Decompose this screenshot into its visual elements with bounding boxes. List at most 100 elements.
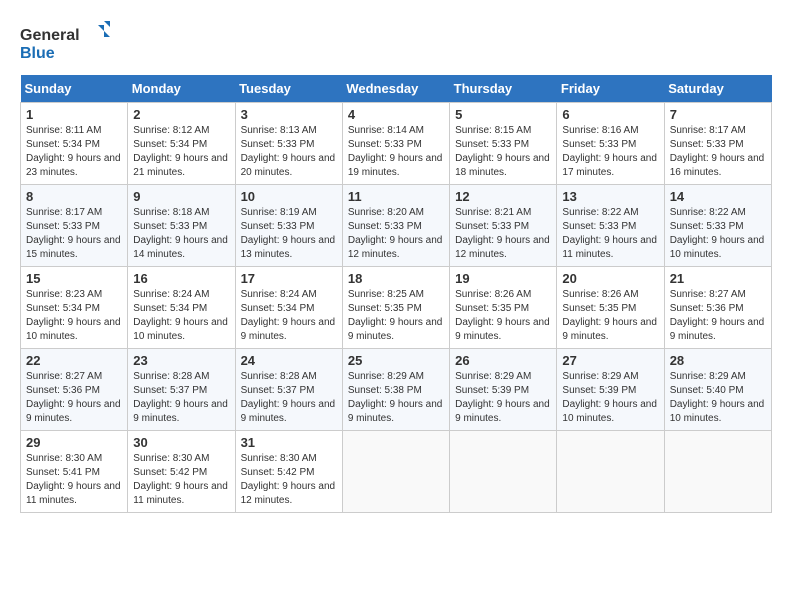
day-number: 17 <box>241 271 337 286</box>
weekday-header-sunday: Sunday <box>21 75 128 103</box>
calendar-cell: 22 Sunrise: 8:27 AMSunset: 5:36 PMDaylig… <box>21 349 128 431</box>
calendar-cell: 14 Sunrise: 8:22 AMSunset: 5:33 PMDaylig… <box>664 185 771 267</box>
day-number: 24 <box>241 353 337 368</box>
day-info: Sunrise: 8:17 AMSunset: 5:33 PMDaylight:… <box>26 207 121 260</box>
calendar-cell: 7 Sunrise: 8:17 AMSunset: 5:33 PMDayligh… <box>664 103 771 185</box>
day-number: 9 <box>133 189 229 204</box>
weekday-header-friday: Friday <box>557 75 664 103</box>
day-info: Sunrise: 8:21 AMSunset: 5:33 PMDaylight:… <box>455 207 550 260</box>
day-info: Sunrise: 8:30 AMSunset: 5:42 PMDaylight:… <box>241 453 336 506</box>
day-info: Sunrise: 8:27 AMSunset: 5:36 PMDaylight:… <box>26 371 121 424</box>
day-info: Sunrise: 8:28 AMSunset: 5:37 PMDaylight:… <box>133 371 228 424</box>
page-header: General Blue <box>20 20 772 65</box>
calendar-cell: 12 Sunrise: 8:21 AMSunset: 5:33 PMDaylig… <box>450 185 557 267</box>
calendar-cell: 18 Sunrise: 8:25 AMSunset: 5:35 PMDaylig… <box>342 267 449 349</box>
logo: General Blue <box>20 20 110 65</box>
day-number: 3 <box>241 107 337 122</box>
day-number: 22 <box>26 353 122 368</box>
day-info: Sunrise: 8:23 AMSunset: 5:34 PMDaylight:… <box>26 289 121 342</box>
day-info: Sunrise: 8:17 AMSunset: 5:33 PMDaylight:… <box>670 125 765 178</box>
calendar-cell: 10 Sunrise: 8:19 AMSunset: 5:33 PMDaylig… <box>235 185 342 267</box>
calendar-cell: 4 Sunrise: 8:14 AMSunset: 5:33 PMDayligh… <box>342 103 449 185</box>
day-number: 28 <box>670 353 766 368</box>
day-number: 14 <box>670 189 766 204</box>
calendar-cell: 1 Sunrise: 8:11 AMSunset: 5:34 PMDayligh… <box>21 103 128 185</box>
calendar-cell: 15 Sunrise: 8:23 AMSunset: 5:34 PMDaylig… <box>21 267 128 349</box>
calendar-cell: 24 Sunrise: 8:28 AMSunset: 5:37 PMDaylig… <box>235 349 342 431</box>
svg-text:Blue: Blue <box>20 45 55 62</box>
calendar-table: SundayMondayTuesdayWednesdayThursdayFrid… <box>20 75 772 513</box>
day-info: Sunrise: 8:22 AMSunset: 5:33 PMDaylight:… <box>562 207 657 260</box>
day-number: 8 <box>26 189 122 204</box>
calendar-cell: 30 Sunrise: 8:30 AMSunset: 5:42 PMDaylig… <box>128 431 235 513</box>
weekday-header-saturday: Saturday <box>664 75 771 103</box>
calendar-cell: 20 Sunrise: 8:26 AMSunset: 5:35 PMDaylig… <box>557 267 664 349</box>
day-number: 26 <box>455 353 551 368</box>
day-number: 21 <box>670 271 766 286</box>
calendar-cell: 28 Sunrise: 8:29 AMSunset: 5:40 PMDaylig… <box>664 349 771 431</box>
day-info: Sunrise: 8:13 AMSunset: 5:33 PMDaylight:… <box>241 125 336 178</box>
day-info: Sunrise: 8:16 AMSunset: 5:33 PMDaylight:… <box>562 125 657 178</box>
day-info: Sunrise: 8:25 AMSunset: 5:35 PMDaylight:… <box>348 289 443 342</box>
day-info: Sunrise: 8:30 AMSunset: 5:42 PMDaylight:… <box>133 453 228 506</box>
day-info: Sunrise: 8:29 AMSunset: 5:39 PMDaylight:… <box>455 371 550 424</box>
calendar-cell <box>342 431 449 513</box>
day-info: Sunrise: 8:26 AMSunset: 5:35 PMDaylight:… <box>455 289 550 342</box>
day-number: 19 <box>455 271 551 286</box>
day-info: Sunrise: 8:26 AMSunset: 5:35 PMDaylight:… <box>562 289 657 342</box>
day-number: 30 <box>133 435 229 450</box>
day-number: 2 <box>133 107 229 122</box>
day-info: Sunrise: 8:27 AMSunset: 5:36 PMDaylight:… <box>670 289 765 342</box>
day-info: Sunrise: 8:19 AMSunset: 5:33 PMDaylight:… <box>241 207 336 260</box>
day-info: Sunrise: 8:15 AMSunset: 5:33 PMDaylight:… <box>455 125 550 178</box>
calendar-cell <box>450 431 557 513</box>
calendar-week-3: 15 Sunrise: 8:23 AMSunset: 5:34 PMDaylig… <box>21 267 772 349</box>
day-number: 7 <box>670 107 766 122</box>
calendar-week-1: 1 Sunrise: 8:11 AMSunset: 5:34 PMDayligh… <box>21 103 772 185</box>
day-info: Sunrise: 8:29 AMSunset: 5:38 PMDaylight:… <box>348 371 443 424</box>
day-info: Sunrise: 8:30 AMSunset: 5:41 PMDaylight:… <box>26 453 121 506</box>
day-number: 6 <box>562 107 658 122</box>
day-number: 10 <box>241 189 337 204</box>
calendar-cell: 11 Sunrise: 8:20 AMSunset: 5:33 PMDaylig… <box>342 185 449 267</box>
day-info: Sunrise: 8:18 AMSunset: 5:33 PMDaylight:… <box>133 207 228 260</box>
calendar-cell <box>557 431 664 513</box>
calendar-cell <box>664 431 771 513</box>
calendar-cell: 13 Sunrise: 8:22 AMSunset: 5:33 PMDaylig… <box>557 185 664 267</box>
day-number: 12 <box>455 189 551 204</box>
weekday-header-monday: Monday <box>128 75 235 103</box>
calendar-cell: 16 Sunrise: 8:24 AMSunset: 5:34 PMDaylig… <box>128 267 235 349</box>
day-number: 27 <box>562 353 658 368</box>
calendar-cell: 26 Sunrise: 8:29 AMSunset: 5:39 PMDaylig… <box>450 349 557 431</box>
day-number: 1 <box>26 107 122 122</box>
calendar-cell: 3 Sunrise: 8:13 AMSunset: 5:33 PMDayligh… <box>235 103 342 185</box>
day-number: 23 <box>133 353 229 368</box>
calendar-cell: 27 Sunrise: 8:29 AMSunset: 5:39 PMDaylig… <box>557 349 664 431</box>
weekday-header-wednesday: Wednesday <box>342 75 449 103</box>
calendar-week-5: 29 Sunrise: 8:30 AMSunset: 5:41 PMDaylig… <box>21 431 772 513</box>
calendar-cell: 19 Sunrise: 8:26 AMSunset: 5:35 PMDaylig… <box>450 267 557 349</box>
calendar-cell: 25 Sunrise: 8:29 AMSunset: 5:38 PMDaylig… <box>342 349 449 431</box>
day-info: Sunrise: 8:24 AMSunset: 5:34 PMDaylight:… <box>241 289 336 342</box>
calendar-week-4: 22 Sunrise: 8:27 AMSunset: 5:36 PMDaylig… <box>21 349 772 431</box>
weekday-header-tuesday: Tuesday <box>235 75 342 103</box>
day-number: 5 <box>455 107 551 122</box>
weekday-header-thursday: Thursday <box>450 75 557 103</box>
calendar-cell: 9 Sunrise: 8:18 AMSunset: 5:33 PMDayligh… <box>128 185 235 267</box>
day-info: Sunrise: 8:11 AMSunset: 5:34 PMDaylight:… <box>26 125 121 178</box>
day-number: 4 <box>348 107 444 122</box>
day-info: Sunrise: 8:12 AMSunset: 5:34 PMDaylight:… <box>133 125 228 178</box>
day-number: 25 <box>348 353 444 368</box>
day-number: 16 <box>133 271 229 286</box>
calendar-cell: 2 Sunrise: 8:12 AMSunset: 5:34 PMDayligh… <box>128 103 235 185</box>
day-info: Sunrise: 8:29 AMSunset: 5:40 PMDaylight:… <box>670 371 765 424</box>
day-info: Sunrise: 8:28 AMSunset: 5:37 PMDaylight:… <box>241 371 336 424</box>
calendar-cell: 21 Sunrise: 8:27 AMSunset: 5:36 PMDaylig… <box>664 267 771 349</box>
day-number: 15 <box>26 271 122 286</box>
day-number: 13 <box>562 189 658 204</box>
svg-text:General: General <box>20 27 80 44</box>
calendar-cell: 31 Sunrise: 8:30 AMSunset: 5:42 PMDaylig… <box>235 431 342 513</box>
calendar-cell: 23 Sunrise: 8:28 AMSunset: 5:37 PMDaylig… <box>128 349 235 431</box>
day-info: Sunrise: 8:22 AMSunset: 5:33 PMDaylight:… <box>670 207 765 260</box>
logo-svg: General Blue <box>20 20 110 65</box>
